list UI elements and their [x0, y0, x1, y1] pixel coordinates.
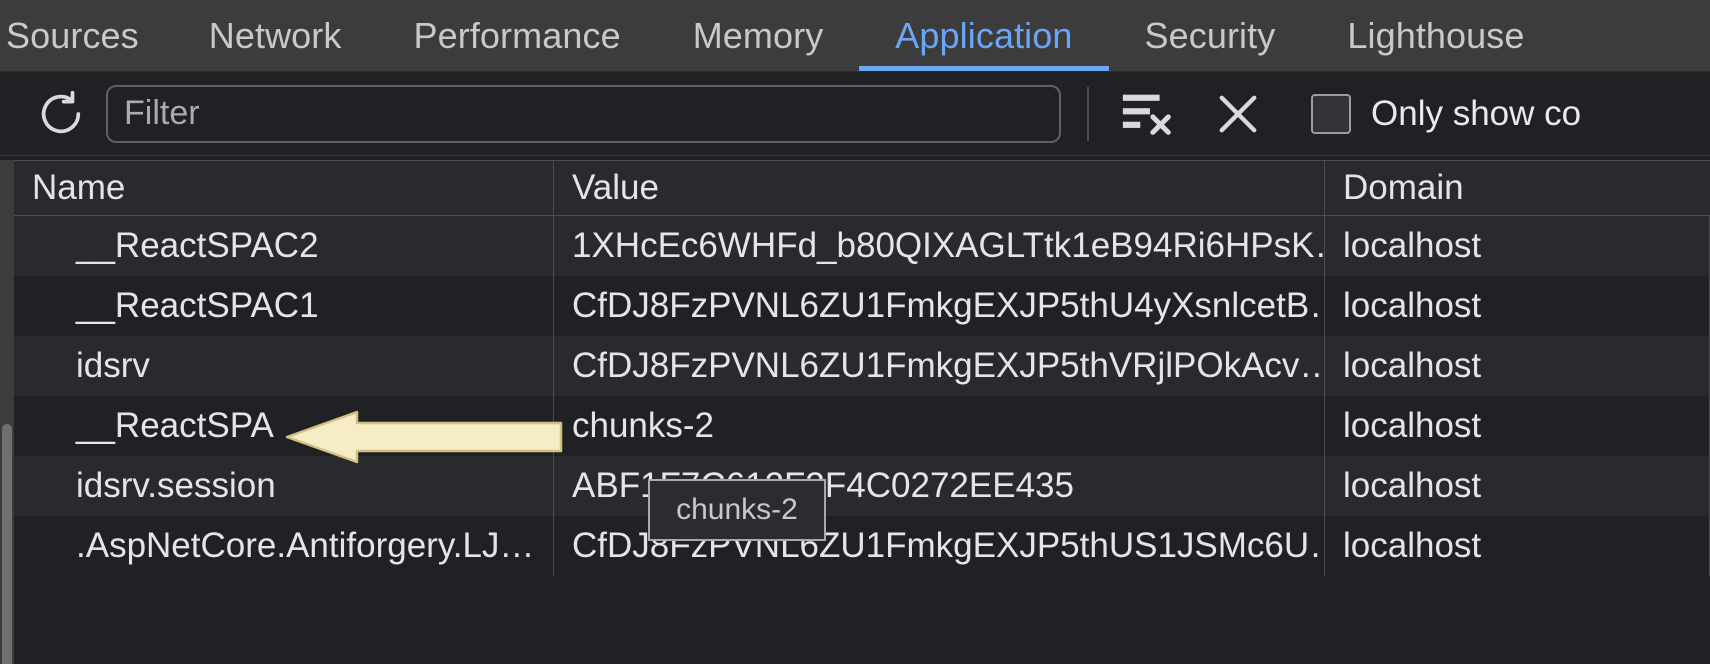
cookie-domain: localhost [1343, 346, 1482, 385]
cell-domain[interactable]: localhost [1325, 456, 1710, 516]
cookie-value: 1XHcEc6WHFd_b80QIXAGLTtk1eB94Ri6HPsK… [572, 226, 1325, 265]
tab-application[interactable]: Application [859, 0, 1109, 71]
cell-domain[interactable]: localhost [1325, 216, 1710, 276]
cell-name[interactable]: idsrv.session [14, 456, 554, 516]
cookie-name: __ReactSPAC1 [76, 286, 319, 325]
cell-name[interactable]: idsrv [14, 336, 554, 396]
table-row[interactable]: .AspNetCore.Antiforgery.LJ… CfDJ8FzPVNL6… [14, 516, 1710, 576]
table-row[interactable]: idsrv CfDJ8FzPVNL6ZU1FmkgEXJP5thVRjlPOkA… [14, 336, 1710, 396]
cookie-name: __ReactSPA [76, 406, 274, 445]
vertical-scrollbar-thumb[interactable] [2, 424, 12, 664]
table-row[interactable]: __ReactSPAC2 1XHcEc6WHFd_b80QIXAGLTtk1eB… [14, 216, 1710, 276]
cell-name[interactable]: __ReactSPAC1 [14, 276, 554, 336]
cell-domain[interactable]: localhost [1325, 276, 1710, 336]
clear-filtered-cookies-button[interactable] [1115, 83, 1181, 145]
filter-input[interactable] [106, 84, 1061, 143]
column-header-value[interactable]: Value [554, 161, 1325, 215]
tab-label: Network [208, 14, 342, 56]
cell-value[interactable]: CfDJ8FzPVNL6ZU1FmkgEXJP5thVRjlPOkAcv… [554, 336, 1325, 396]
tab-memory[interactable]: Memory [657, 0, 860, 71]
cookie-name: idsrv.session [76, 466, 276, 505]
tooltip-text: chunks-2 [676, 493, 798, 526]
value-tooltip: chunks-2 [648, 479, 826, 541]
cell-domain[interactable]: localhost [1325, 336, 1710, 396]
cookie-domain: localhost [1343, 226, 1482, 265]
cookie-domain: localhost [1343, 526, 1482, 565]
tab-network[interactable]: Network [173, 0, 378, 71]
vertical-scrollbar-track[interactable] [0, 160, 14, 664]
clear-filtered-cookies-icon [1122, 94, 1171, 135]
clear-all-cookies-button[interactable] [1205, 83, 1271, 145]
refresh-icon [41, 90, 81, 133]
table-row[interactable]: __ReactSPAC1 CfDJ8FzPVNL6ZU1FmkgEXJP5thU… [14, 276, 1710, 336]
cookie-name: __ReactSPAC2 [76, 226, 319, 265]
cell-name[interactable]: __ReactSPAC2 [14, 216, 554, 276]
devtools-tab-bar: Sources Network Performance Memory Appli… [0, 0, 1710, 72]
only-show-cookies-checkbox[interactable] [1311, 93, 1351, 134]
column-header-label: Name [32, 168, 126, 207]
cell-value[interactable]: chunks-2 [554, 396, 1325, 456]
table-row[interactable]: idsrv.session ABF1F7C612F3F4C0272EE435 l… [14, 456, 1710, 516]
cookies-table: Name Value Domain __ReactSPAC2 1XHcEc6WH… [14, 160, 1710, 664]
tab-label: Sources [6, 14, 139, 56]
tab-sources[interactable]: Sources [0, 0, 173, 71]
only-show-cookies-label: Only show co [1371, 93, 1582, 133]
cell-domain[interactable]: localhost [1325, 516, 1710, 576]
cell-domain[interactable]: localhost [1325, 396, 1710, 456]
refresh-button[interactable] [30, 83, 92, 145]
cookie-domain: localhost [1343, 406, 1482, 445]
toolbar-divider [1087, 86, 1089, 141]
close-icon [1219, 95, 1257, 132]
table-row[interactable]: __ReactSPA chunks-2 localhost [14, 396, 1710, 456]
cell-value[interactable]: CfDJ8FzPVNL6ZU1FmkgEXJP5thU4yXsnlcetB… [554, 276, 1325, 336]
column-header-label: Domain [1343, 168, 1464, 207]
cookies-toolbar: Only show co [0, 72, 1710, 156]
cookie-value: chunks-2 [572, 406, 715, 445]
cookie-name: idsrv [76, 346, 150, 385]
tab-label: Performance [413, 14, 621, 56]
tab-label: Security [1144, 14, 1276, 56]
devtools-application-panel: Sources Network Performance Memory Appli… [0, 0, 1710, 664]
cookies-table-header: Name Value Domain [14, 160, 1710, 216]
column-header-label: Value [572, 168, 659, 207]
cookie-name: .AspNetCore.Antiforgery.LJ… [76, 526, 535, 565]
cookie-domain: localhost [1343, 466, 1482, 505]
cookie-value: CfDJ8FzPVNL6ZU1FmkgEXJP5thU4yXsnlcetB… [572, 286, 1325, 325]
column-header-name[interactable]: Name [14, 161, 554, 215]
column-header-domain[interactable]: Domain [1325, 161, 1710, 215]
cell-name[interactable]: __ReactSPA [14, 396, 554, 456]
tab-security[interactable]: Security [1109, 0, 1312, 71]
cell-value[interactable]: 1XHcEc6WHFd_b80QIXAGLTtk1eB94Ri6HPsK… [554, 216, 1325, 276]
only-show-cookies-checkbox-row[interactable]: Only show co [1311, 93, 1582, 134]
tab-label: Application [895, 14, 1073, 56]
cookie-domain: localhost [1343, 286, 1482, 325]
tab-label: Lighthouse [1347, 14, 1525, 56]
cell-name[interactable]: .AspNetCore.Antiforgery.LJ… [14, 516, 554, 576]
tab-label: Memory [692, 14, 824, 56]
tab-performance[interactable]: Performance [378, 0, 657, 71]
tab-lighthouse[interactable]: Lighthouse [1311, 0, 1560, 71]
cookie-value: CfDJ8FzPVNL6ZU1FmkgEXJP5thVRjlPOkAcv… [572, 346, 1325, 385]
